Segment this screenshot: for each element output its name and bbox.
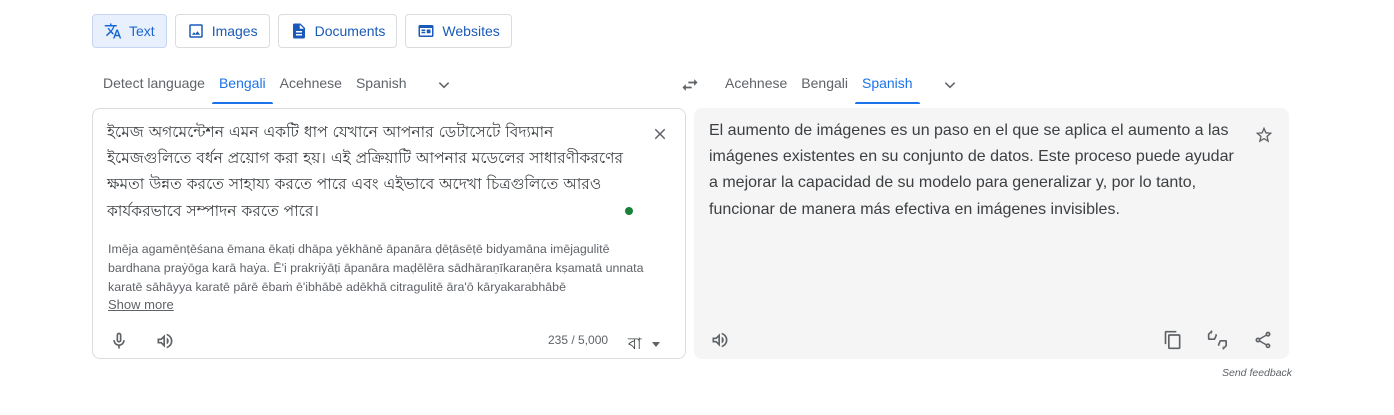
speaker-icon [712,332,728,348]
ime-label: বা [628,334,642,353]
website-icon [418,25,434,37]
close-icon [654,128,666,140]
source-language-bar: Detect language Bengali Acehnese Spanish [96,66,686,104]
thumbs-up-down-icon [1207,330,1227,350]
image-icon [188,24,203,38]
microphone-icon [113,332,125,349]
copy-translation-button[interactable] [1161,328,1185,352]
chevron-down-icon [944,82,955,89]
send-feedback-link[interactable]: Send feedback [1222,367,1292,379]
mode-websites-button[interactable]: Websites [405,14,512,48]
mode-text-button[interactable]: Text [92,14,167,48]
target-panel: El aumento de imágenes es un paso en el … [694,108,1289,359]
copy-icon [1164,330,1181,350]
listen-source-button[interactable] [153,329,177,353]
source-panel: ইমেজ অগমেন্টেশন এমন একটি ধাপ যেখানে আপনা… [92,108,686,359]
translate-icon [104,23,122,39]
caret-down-icon [651,342,660,347]
voice-input-button[interactable] [107,329,131,353]
input-tools-button[interactable]: বা [628,331,660,358]
source-lang-bengali[interactable]: Bengali [211,66,273,104]
source-text-input[interactable]: ইমেজ অগমেন্টেশন এমন একটি ধাপ যেখানে আপনা… [107,119,627,224]
clear-source-button[interactable] [651,125,669,143]
save-translation-button[interactable] [1252,123,1276,147]
swap-icon [682,79,698,91]
star-icon [1255,126,1273,143]
mode-images-button[interactable]: Images [174,14,270,48]
rate-translation-button[interactable] [1205,328,1229,352]
mode-documents-label: Documents [314,23,386,39]
share-icon [1255,331,1271,349]
target-footer [694,322,1289,354]
target-lang-acehnese[interactable]: Acehnese [718,66,794,104]
target-more-languages-button[interactable] [940,75,960,95]
source-lang-acehnese[interactable]: Acehnese [273,66,349,104]
source-more-languages-button[interactable] [434,75,454,95]
listen-translation-button[interactable] [708,328,732,352]
chevron-down-icon [438,82,449,89]
share-translation-button[interactable] [1251,328,1275,352]
mode-documents-button[interactable]: Documents [277,14,398,48]
transliteration-text: Imēja agamēnṭēśana ēmana ēkaṭi dhāpa yēk… [108,242,644,294]
target-lang-spanish[interactable]: Spanish [854,66,920,104]
translation-output: El aumento de imágenes es un paso en el … [709,122,1234,218]
source-footer: 235 / 5,000 বা [93,323,685,355]
speaker-icon [157,333,173,349]
mode-text-label: Text [129,23,155,39]
mode-images-label: Images [211,23,258,39]
target-lang-bengali[interactable]: Bengali [794,66,855,104]
source-lang-detect[interactable]: Detect language [96,66,212,104]
show-more-link[interactable]: Show more [108,297,174,312]
character-count: 235 / 5,000 [548,333,609,347]
mode-websites-label: Websites [442,23,500,39]
target-language-bar: Acehnese Bengali Spanish [718,66,1288,104]
swap-languages-button[interactable] [678,74,702,96]
document-icon [292,23,305,39]
status-dot [625,207,633,215]
source-lang-spanish[interactable]: Spanish [349,66,414,104]
mode-tabs: Text Images Documents Websites [92,14,512,48]
